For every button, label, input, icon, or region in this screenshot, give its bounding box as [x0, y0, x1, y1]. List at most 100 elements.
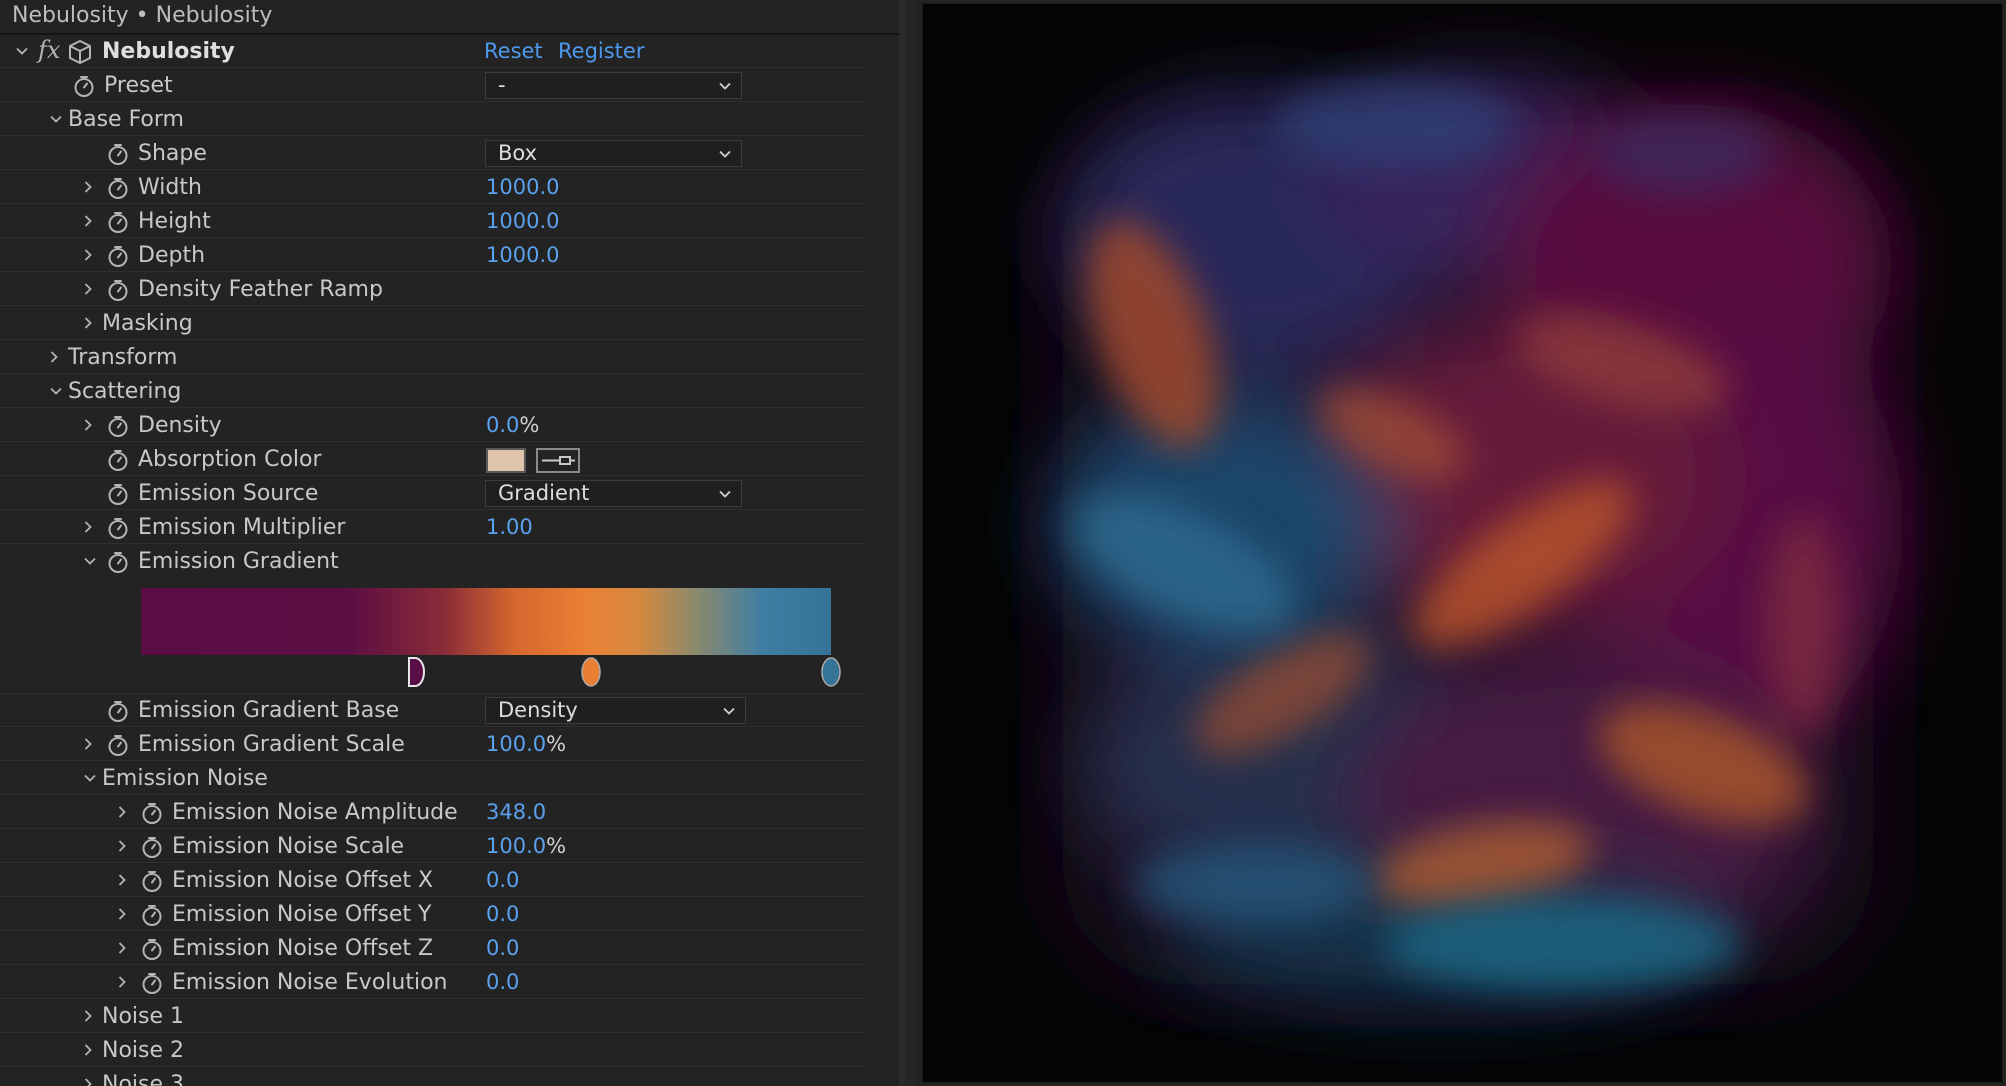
emission-noise-amplitude-value[interactable]: 348.0	[486, 796, 546, 829]
stopwatch-icon[interactable]	[106, 142, 130, 166]
value-number[interactable]: 0.0	[486, 413, 519, 437]
chevron-right-icon[interactable]	[114, 906, 130, 922]
emission-gradient-scale-value[interactable]: 100.0%	[486, 728, 566, 761]
value-number[interactable]: 100.0	[486, 834, 546, 858]
chevron-down-icon[interactable]	[82, 770, 98, 786]
param-row-height: Height 1000.0	[0, 205, 866, 238]
dropdown-value: -	[498, 73, 506, 97]
gradient-stop-handle[interactable]	[406, 656, 428, 688]
chevron-down-icon[interactable]	[48, 111, 64, 127]
emission-noise-offset-y-value[interactable]: 0.0	[486, 898, 519, 931]
param-row-density: Density 0.0%	[0, 409, 866, 442]
param-row-emission-noise-offset-y: Emission Noise Offset Y 0.0	[0, 898, 866, 931]
emission-multiplier-value[interactable]: 1.00	[486, 511, 533, 544]
value-unit: %	[546, 732, 567, 756]
stopwatch-icon[interactable]	[106, 482, 130, 506]
preset-dropdown[interactable]: -	[485, 72, 742, 99]
depth-value[interactable]: 1000.0	[486, 239, 559, 272]
effect-header-row[interactable]: fx Nebulosity Reset Register	[0, 35, 866, 68]
height-value[interactable]: 1000.0	[486, 205, 559, 238]
param-row-emission-noise-evolution: Emission Noise Evolution 0.0	[0, 966, 866, 999]
param-row-emission-gradient-scale: Emission Gradient Scale 100.0%	[0, 728, 866, 761]
chevron-down-icon	[721, 703, 737, 719]
group-label: Base Form	[68, 107, 184, 132]
chevron-right-icon[interactable]	[80, 179, 96, 195]
group-row-noise-3[interactable]: Noise 3	[0, 1068, 866, 1086]
eyedropper-icon[interactable]	[536, 448, 580, 473]
stopwatch-icon[interactable]	[140, 801, 164, 825]
chevron-right-icon[interactable]	[80, 736, 96, 752]
group-label: Scattering	[68, 379, 182, 404]
color-swatch[interactable]	[486, 448, 526, 473]
param-row-shape: Shape Box	[0, 137, 866, 170]
stopwatch-icon[interactable]	[106, 278, 130, 302]
param-label: Width	[138, 175, 202, 200]
width-value[interactable]: 1000.0	[486, 171, 559, 204]
gradient-stop-handle[interactable]	[820, 656, 842, 688]
chevron-down-icon[interactable]	[82, 553, 98, 569]
gradient-ramp[interactable]	[141, 588, 831, 655]
panel-gutter	[905, 0, 916, 1086]
chevron-right-icon[interactable]	[80, 417, 96, 433]
group-row-noise-2[interactable]: Noise 2	[0, 1034, 866, 1067]
param-label: Density	[138, 413, 222, 438]
chevron-right-icon[interactable]	[80, 281, 96, 297]
stopwatch-icon[interactable]	[72, 74, 96, 98]
chevron-right-icon[interactable]	[80, 315, 96, 331]
param-label: Preset	[104, 73, 173, 98]
chevron-right-icon[interactable]	[80, 1076, 96, 1086]
chevron-right-icon[interactable]	[114, 940, 130, 956]
stopwatch-icon[interactable]	[140, 869, 164, 893]
chevron-right-icon[interactable]	[80, 1008, 96, 1024]
group-row-masking[interactable]: Masking	[0, 307, 866, 340]
chevron-right-icon[interactable]	[114, 838, 130, 854]
stopwatch-icon[interactable]	[106, 516, 130, 540]
stopwatch-icon[interactable]	[106, 699, 130, 723]
group-row-transform[interactable]: Transform	[0, 341, 866, 374]
group-row-scattering[interactable]: Scattering	[0, 375, 866, 408]
composition-viewer[interactable]	[922, 3, 2003, 1083]
emission-source-dropdown[interactable]: Gradient	[485, 480, 742, 507]
stopwatch-icon[interactable]	[106, 244, 130, 268]
value-number[interactable]: 100.0	[486, 732, 546, 756]
stopwatch-icon[interactable]	[106, 550, 130, 574]
gradient-stop-handle[interactable]	[580, 656, 602, 688]
param-row-depth: Depth 1000.0	[0, 239, 866, 272]
density-value[interactable]: 0.0%	[486, 409, 539, 442]
register-link[interactable]: Register	[558, 35, 644, 68]
emission-noise-scale-value[interactable]: 100.0%	[486, 830, 566, 863]
chevron-right-icon[interactable]	[80, 213, 96, 229]
group-row-noise-1[interactable]: Noise 1	[0, 1000, 866, 1033]
param-row-width: Width 1000.0	[0, 171, 866, 204]
chevron-right-icon[interactable]	[114, 804, 130, 820]
emission-noise-offset-z-value[interactable]: 0.0	[486, 932, 519, 965]
stopwatch-icon[interactable]	[106, 210, 130, 234]
chevron-right-icon[interactable]	[80, 1042, 96, 1058]
stopwatch-icon[interactable]	[106, 414, 130, 438]
emission-gradient-base-dropdown[interactable]: Density	[485, 697, 746, 724]
stopwatch-icon[interactable]	[140, 971, 164, 995]
stopwatch-icon[interactable]	[106, 448, 130, 472]
param-row-emission-noise-amplitude: Emission Noise Amplitude 348.0	[0, 796, 866, 829]
dropdown-value: Density	[498, 698, 578, 722]
group-row-emission-noise[interactable]: Emission Noise	[0, 762, 866, 795]
chevron-right-icon[interactable]	[46, 349, 62, 365]
chevron-right-icon[interactable]	[114, 974, 130, 990]
stopwatch-icon[interactable]	[106, 176, 130, 200]
shape-dropdown[interactable]: Box	[485, 140, 742, 167]
chevron-down-icon[interactable]	[48, 383, 64, 399]
group-row-base-form[interactable]: Base Form	[0, 103, 866, 136]
chevron-down-icon[interactable]	[14, 43, 30, 59]
stopwatch-icon[interactable]	[140, 903, 164, 927]
emission-noise-evolution-value[interactable]: 0.0	[486, 966, 519, 999]
stopwatch-icon[interactable]	[140, 937, 164, 961]
chevron-right-icon[interactable]	[80, 247, 96, 263]
param-row-absorption-color: Absorption Color	[0, 443, 866, 476]
chevron-right-icon[interactable]	[80, 519, 96, 535]
emission-noise-offset-x-value[interactable]: 0.0	[486, 864, 519, 897]
stopwatch-icon[interactable]	[106, 733, 130, 757]
chevron-right-icon[interactable]	[114, 872, 130, 888]
param-label: Emission Gradient Base	[138, 698, 400, 723]
stopwatch-icon[interactable]	[140, 835, 164, 859]
reset-link[interactable]: Reset	[484, 35, 543, 68]
